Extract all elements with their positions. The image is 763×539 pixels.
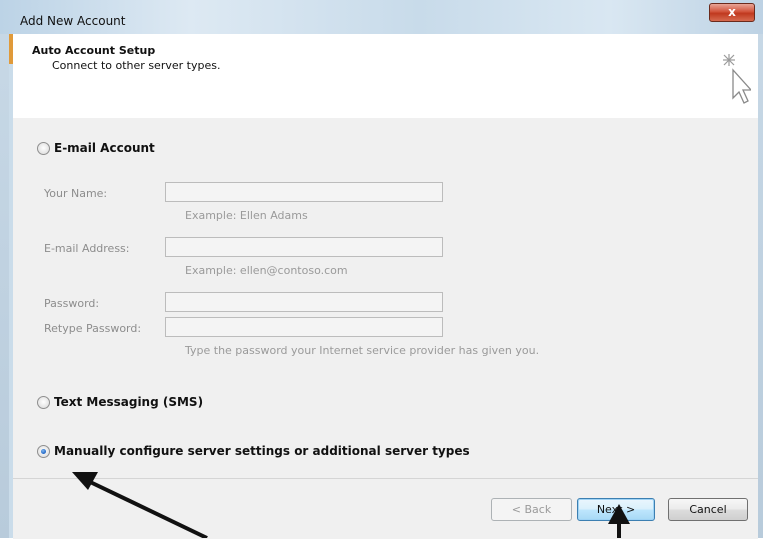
password-label: Password: <box>44 297 100 310</box>
sms-radio[interactable] <box>37 396 50 409</box>
back-button[interactable]: < Back <box>491 498 572 521</box>
window-frame-left <box>0 34 9 538</box>
next-button[interactable]: Next > <box>577 498 655 521</box>
your-name-input[interactable] <box>165 182 443 202</box>
cancel-button[interactable]: Cancel <box>668 498 748 521</box>
password-hint: Type the password your Internet service … <box>185 344 540 357</box>
close-icon: x <box>728 5 736 19</box>
wizard-content: E-mail Account Your Name: Example: Ellen… <box>13 118 758 478</box>
sms-label[interactable]: Text Messaging (SMS) <box>54 395 203 409</box>
header-subtitle: Connect to other server types. <box>52 59 221 72</box>
retype-password-input[interactable] <box>165 317 443 337</box>
title-bar[interactable]: Add New Account x <box>0 0 763 34</box>
wizard-footer: < Back Next > Cancel <box>13 478 758 539</box>
password-input[interactable] <box>165 292 443 312</box>
wizard-header: Auto Account Setup Connect to other serv… <box>13 34 758 119</box>
your-name-label: Your Name: <box>44 187 108 200</box>
retype-password-label: Retype Password: <box>44 322 142 335</box>
add-new-account-dialog: Add New Account x Auto Account Setup Con… <box>0 0 763 539</box>
your-name-hint: Example: Ellen Adams <box>185 209 308 222</box>
email-account-label[interactable]: E-mail Account <box>54 141 155 155</box>
email-address-input[interactable] <box>165 237 443 257</box>
email-address-hint: Example: ellen@contoso.com <box>185 264 348 277</box>
manual-config-label[interactable]: Manually configure server settings or ad… <box>54 444 470 458</box>
email-account-radio[interactable] <box>37 142 50 155</box>
cursor-sparkle-icon <box>723 54 751 104</box>
email-address-label: E-mail Address: <box>44 242 130 255</box>
window-title: Add New Account <box>20 14 126 28</box>
manual-config-radio[interactable] <box>37 445 50 458</box>
close-button[interactable]: x <box>709 3 755 22</box>
header-title: Auto Account Setup <box>32 44 156 57</box>
window-frame-right <box>758 34 763 538</box>
